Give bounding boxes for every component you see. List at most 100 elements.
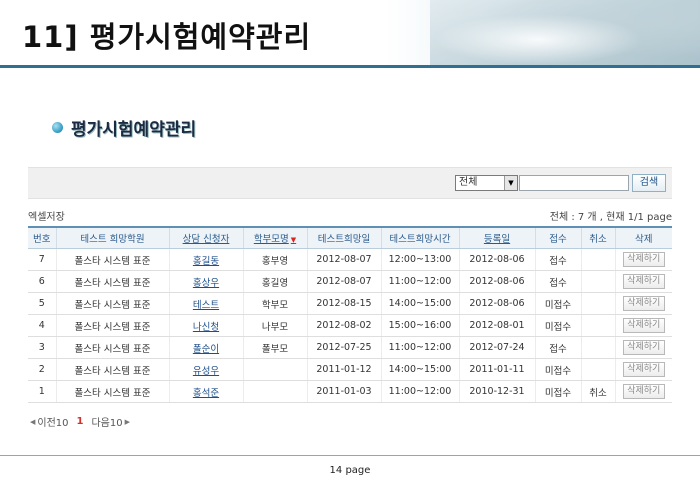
row-applicant-link[interactable]: 테스트 — [193, 300, 219, 311]
row-number: 2 — [38, 364, 45, 375]
row-parent-cell: 학부모 — [243, 292, 308, 315]
row-test-date: 2011-01-03 — [316, 386, 372, 397]
row-test-date: 2012-08-15 — [316, 298, 372, 309]
row-test-date-cell: 2012-08-02 — [307, 314, 382, 337]
row-applicant-link[interactable]: 홍석준 — [193, 388, 219, 399]
row-test-time-cell: 14:00~15:00 — [381, 358, 460, 381]
row-status-cell: 접수 — [535, 248, 582, 271]
current-page[interactable]: 1 — [77, 416, 84, 427]
delete-button[interactable]: 삭제하기 — [622, 274, 665, 289]
pagination: ◀ 이전10 1 다음10 ▶ — [28, 414, 132, 429]
row-academy: 폴스타 시스템 표준 — [74, 343, 151, 355]
delete-button[interactable]: 삭제하기 — [622, 252, 665, 267]
row-number: 6 — [38, 276, 45, 287]
excel-export-link[interactable]: 엑셀저장 — [28, 208, 65, 223]
row-reg-date: 2012-07-24 — [469, 342, 525, 353]
delete-button[interactable]: 삭제하기 — [622, 384, 665, 399]
row-delete-cell: 삭제하기 — [615, 358, 672, 381]
delete-button[interactable]: 삭제하기 — [622, 296, 665, 311]
table-row: 3 폴스타 시스템 표준 폴순이 폴부모 2012-07-25 11:00~12:00 20… — [28, 336, 672, 359]
row-applicant-link[interactable]: 홍상우 — [193, 278, 219, 289]
row-status-cell: 미접수 — [535, 380, 582, 403]
row-cancel: 취소 — [589, 387, 607, 399]
row-test-date: 2011-01-12 — [316, 364, 372, 375]
next-10-link[interactable]: 다음10 — [91, 414, 122, 429]
delete-button[interactable]: 삭제하기 — [622, 362, 665, 377]
header-decoration-image — [430, 0, 700, 66]
row-academy: 폴스타 시스템 표준 — [74, 255, 151, 267]
table-header-row: 번호 테스트 희망학원 상담 신청자 학부모명 ▼ 테스트희망일 테스트희망시간 … — [28, 227, 672, 249]
row-test-date: 2012-07-25 — [316, 342, 372, 353]
row-academy: 폴스타 시스템 표준 — [74, 365, 151, 377]
row-test-time: 12:00~13:00 — [388, 254, 452, 265]
row-reg-date: 2011-01-11 — [469, 364, 525, 375]
row-applicant-cell: 홍길동 — [169, 248, 244, 271]
row-cancel-cell — [581, 336, 616, 359]
row-parent: 홍길영 — [261, 277, 289, 289]
col-header-academy: 테스트 희망학원 — [56, 227, 170, 249]
col-header-reg-date[interactable]: 등록일 — [459, 227, 536, 249]
prev-10-link[interactable]: 이전10 — [37, 414, 68, 429]
row-reg-date-cell: 2011-01-11 — [459, 358, 536, 381]
row-applicant-link[interactable]: 폴순이 — [193, 344, 219, 355]
row-number-cell: 7 — [28, 248, 57, 271]
header-divider — [0, 65, 700, 68]
row-status: 접수 — [549, 255, 567, 267]
row-test-time-cell: 11:00~12:00 — [381, 270, 460, 293]
col-header-parent[interactable]: 학부모명 ▼ — [243, 227, 308, 249]
search-button[interactable]: 검색 — [632, 174, 666, 192]
col-header-test-date: 테스트희망일 — [307, 227, 382, 249]
prev-arrow-icon[interactable]: ◀ — [30, 418, 35, 426]
row-parent-cell — [243, 380, 308, 403]
row-test-date: 2012-08-02 — [316, 320, 372, 331]
row-test-time-cell: 11:00~12:00 — [381, 336, 460, 359]
next-arrow-icon[interactable]: ▶ — [125, 418, 130, 426]
row-cancel-cell — [581, 248, 616, 271]
dropdown-arrow-icon[interactable]: ▼ — [504, 176, 517, 190]
col-header-status: 접수 — [535, 227, 582, 249]
row-cancel-cell — [581, 270, 616, 293]
row-number: 7 — [38, 254, 45, 265]
col-header-applicant[interactable]: 상담 신청자 — [169, 227, 244, 249]
row-delete-cell: 삭제하기 — [615, 380, 672, 403]
row-academy: 폴스타 시스템 표준 — [74, 321, 151, 333]
row-reg-date-cell: 2012-08-06 — [459, 292, 536, 315]
row-test-time-cell: 11:00~12:00 — [381, 380, 460, 403]
delete-button[interactable]: 삭제하기 — [622, 340, 665, 355]
row-test-date-cell: 2012-07-25 — [307, 336, 382, 359]
sort-desc-icon: ▼ — [290, 236, 297, 244]
row-test-date-cell: 2012-08-07 — [307, 270, 382, 293]
row-academy-cell: 폴스타 시스템 표준 — [56, 248, 170, 271]
row-number: 3 — [38, 342, 45, 353]
row-academy-cell: 폴스타 시스템 표준 — [56, 292, 170, 315]
row-applicant-cell: 폴순이 — [169, 336, 244, 359]
row-test-time-cell: 12:00~13:00 — [381, 248, 460, 271]
row-delete-cell: 삭제하기 — [615, 292, 672, 315]
search-category-select[interactable]: 전체 ▼ — [455, 175, 518, 191]
row-status: 미접수 — [544, 387, 572, 399]
row-reg-date: 2012-08-01 — [469, 320, 525, 331]
row-parent-cell: 홍길영 — [243, 270, 308, 293]
search-bar: 전체 ▼ 검색 — [28, 167, 672, 199]
list-meta: 엑셀저장 전체 : 7 개 , 현재 1/1 page — [28, 208, 672, 223]
col-header-test-time: 테스트희망시간 — [381, 227, 460, 249]
row-applicant-link[interactable]: 나신청 — [193, 322, 219, 333]
row-number-cell: 1 — [28, 380, 57, 403]
delete-button[interactable]: 삭제하기 — [622, 318, 665, 333]
row-delete-cell: 삭제하기 — [615, 270, 672, 293]
row-cancel-cell — [581, 292, 616, 315]
search-input[interactable] — [519, 175, 629, 191]
row-academy-cell: 폴스타 시스템 표준 — [56, 380, 170, 403]
row-applicant-link[interactable]: 홍길동 — [193, 256, 219, 267]
row-parent: 학부모 — [261, 299, 289, 311]
row-reg-date-cell: 2012-07-24 — [459, 336, 536, 359]
table-row: 7 폴스타 시스템 표준 홍길동 홍부영 2012-08-07 12:00~13:00 20… — [28, 248, 672, 271]
footer-divider — [0, 455, 700, 456]
row-applicant-link[interactable]: 유성우 — [193, 366, 219, 377]
row-reg-date-cell: 2012-08-06 — [459, 248, 536, 271]
row-academy-cell: 폴스타 시스템 표준 — [56, 270, 170, 293]
row-test-date-cell: 2011-01-12 — [307, 358, 382, 381]
row-number: 5 — [38, 298, 45, 309]
row-number-cell: 5 — [28, 292, 57, 315]
row-status: 접수 — [549, 277, 567, 289]
